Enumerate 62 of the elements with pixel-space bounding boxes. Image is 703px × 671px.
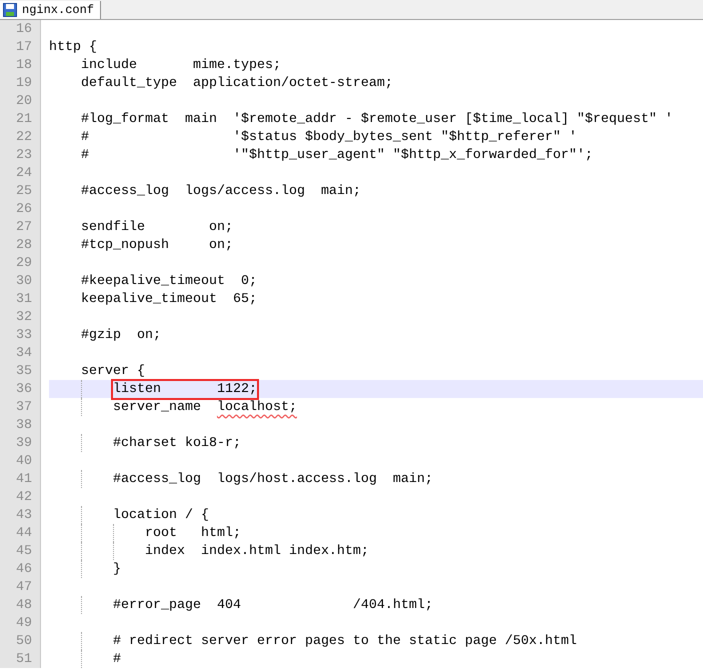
line-number: 22 xyxy=(16,130,32,144)
line-number: 37 xyxy=(16,400,32,414)
line-number: 46 xyxy=(16,562,32,576)
line-number: 35 xyxy=(16,364,32,378)
line-number: 41 xyxy=(16,472,32,486)
line-number: 20 xyxy=(16,94,32,108)
line-number: 16 xyxy=(16,22,32,36)
line-number: 23 xyxy=(16,148,32,162)
line-number: 47 xyxy=(16,580,32,594)
line-number: 49 xyxy=(16,616,32,630)
file-tab[interactable]: nginx.conf xyxy=(0,1,102,19)
line-number: 48 xyxy=(16,598,32,612)
code-line: location / { xyxy=(112,508,209,522)
code-line: #tcp_nopush on; xyxy=(80,238,233,252)
line-number: 39 xyxy=(16,436,32,450)
line-number: 43 xyxy=(16,508,32,522)
line-number: 29 xyxy=(16,256,32,270)
line-number: 19 xyxy=(16,76,32,90)
code-line: root html; xyxy=(144,526,241,540)
code-line: #access_log logs/access.log main; xyxy=(80,184,361,198)
code-line: sendfile on; xyxy=(80,220,233,234)
code-line: # xyxy=(112,652,121,666)
highlight-box: listen 1122; xyxy=(113,380,257,398)
save-icon xyxy=(3,3,17,17)
code-line: # '"$http_user_agent" "$http_x_forwarded_for"'; xyxy=(80,148,593,162)
line-number: 27 xyxy=(16,220,32,234)
line-number: 40 xyxy=(16,454,32,468)
code-line: index index.html index.htm; xyxy=(144,544,369,558)
line-number: 33 xyxy=(16,328,32,342)
line-number: 18 xyxy=(16,58,32,72)
code-line: # '$status $body_bytes_sent "$http_referer" ' xyxy=(80,130,577,144)
line-number: 30 xyxy=(16,274,32,288)
code-line: server_name localhost; xyxy=(112,400,297,414)
line-number: 32 xyxy=(16,310,32,324)
line-number: 38 xyxy=(16,418,32,432)
code-line: default_type application/octet-stream; xyxy=(80,76,393,90)
code-line: # redirect server error pages to the static page /50x.html xyxy=(112,634,577,648)
code-line: #access_log logs/host.access.log main; xyxy=(112,472,433,486)
code-line: #error_page 404 /404.html; xyxy=(112,598,433,612)
line-number: 51 xyxy=(16,652,32,666)
line-number: 36 xyxy=(16,382,32,396)
code-line: #charset koi8-r; xyxy=(112,436,241,450)
code-line: } xyxy=(112,562,121,576)
line-number: 25 xyxy=(16,184,32,198)
line-number: 21 xyxy=(16,112,32,126)
code-line: #gzip on; xyxy=(80,328,161,342)
line-number: 42 xyxy=(16,490,32,504)
code-line: http { xyxy=(49,40,97,54)
line-number: 28 xyxy=(16,238,32,252)
line-number: 17 xyxy=(16,40,32,54)
code-line: server { xyxy=(80,364,145,378)
line-number: 44 xyxy=(16,526,32,540)
code-line: #keepalive_timeout 0; xyxy=(80,274,257,288)
line-number: 34 xyxy=(16,346,32,360)
line-number: 24 xyxy=(16,166,32,180)
line-number: 31 xyxy=(16,292,32,306)
line-number: 50 xyxy=(16,634,32,648)
code-line: keepalive_timeout 65; xyxy=(80,292,257,306)
code-line: #log_format main '$remote_addr - $remote_user [$time_local] "$request" ' xyxy=(80,112,673,126)
line-number: 45 xyxy=(16,544,32,558)
code-line: include mime.types; xyxy=(80,58,281,72)
line-number: 26 xyxy=(16,202,32,216)
